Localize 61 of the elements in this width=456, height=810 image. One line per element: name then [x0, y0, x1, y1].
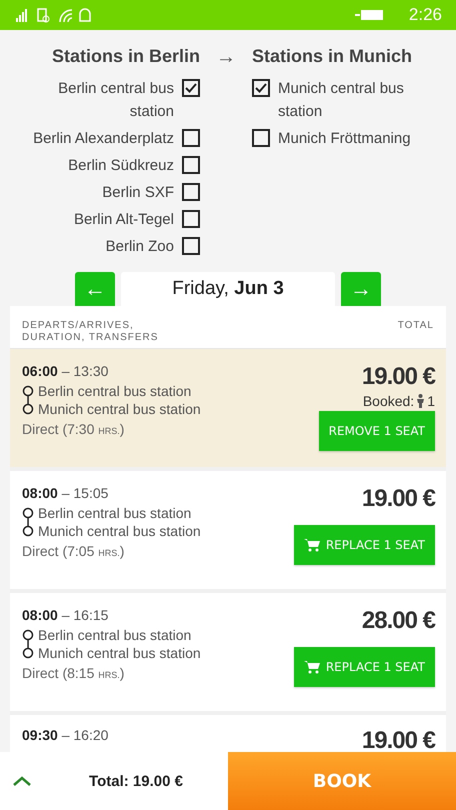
- booked-label: Booked:: [362, 393, 414, 409]
- station-label: Berlin SXF: [102, 183, 174, 203]
- previous-day-button[interactable]: ←: [75, 272, 115, 306]
- stop-name: Munich central bus station: [38, 645, 201, 661]
- replace-seat-button[interactable]: REPLACE 1 SEAT: [294, 525, 435, 565]
- checkbox[interactable]: [182, 79, 200, 97]
- station-label: Munich Fröttmaning: [278, 129, 411, 149]
- booked-count: 1: [427, 393, 435, 409]
- date-label: Friday, Jun 3: [172, 278, 284, 300]
- trip-times: 09:30 – 16:20: [22, 727, 108, 743]
- arrow-text: →: [215, 46, 237, 70]
- stop-name: Berlin central bus station: [38, 627, 192, 643]
- stop-name: Berlin central bus station: [38, 505, 192, 521]
- checkbox[interactable]: [252, 129, 270, 147]
- book-button[interactable]: BOOK: [228, 752, 456, 810]
- stop-icon: [22, 525, 34, 537]
- person-icon: [416, 394, 426, 408]
- status-time: 2:26: [408, 5, 442, 25]
- checkbox[interactable]: [182, 129, 200, 147]
- stop-icon: [22, 629, 34, 641]
- column-header: TOTAL: [398, 320, 434, 333]
- stop-icon: [22, 385, 34, 397]
- column-title: Stations in Berlin: [50, 46, 200, 68]
- station-label: Berlin Zoo: [106, 237, 174, 257]
- replace-seat-button[interactable]: REPLACE 1 SEAT: [294, 647, 435, 687]
- stop-icon: [22, 507, 34, 519]
- total-label: Total: 19.00 €: [88, 772, 184, 790]
- trip-times: 08:00 – 15:05: [22, 485, 110, 501]
- stop-icon: [22, 647, 34, 659]
- checkbox[interactable]: [182, 156, 200, 174]
- station-label: Berlin Alexanderplatz: [33, 129, 174, 149]
- checkbox[interactable]: [182, 237, 200, 255]
- trip-duration: Direct (7:05 HRS.): [22, 543, 126, 559]
- battery-icon: [354, 8, 385, 22]
- checkbox[interactable]: [252, 79, 270, 97]
- trip-duration: Direct (7:30 HRS.): [22, 421, 126, 437]
- stop-name: Berlin central bus station: [38, 383, 192, 399]
- column-header: DEPARTS/ARRIVES, DURATION, TRANSFERS: [22, 320, 160, 344]
- trip-price: 19.00 €: [362, 727, 435, 752]
- column-title: Stations in Munich: [252, 46, 413, 68]
- trip-price: 28.00 €: [362, 607, 435, 635]
- station-label: Berlin Südkreuz: [68, 156, 174, 176]
- trip-price: 19.00 €: [362, 485, 435, 513]
- checkbox[interactable]: [182, 210, 200, 228]
- stop-icon: [22, 403, 34, 415]
- trip-times: 08:00 – 16:15: [22, 607, 110, 623]
- station-label: Berlin Alt-Tegel: [74, 210, 174, 230]
- remove-seat-button[interactable]: REMOVE 1 SEAT: [318, 411, 435, 451]
- trip-price: 19.00 €: [362, 363, 435, 391]
- trip-row[interactable]: 06:00 – 13:30 Berlin central bus station Munich central bus station Direct (7:30 HRS.) 19.00 € Booked: 1 REMOVE 1 SEAT: [10, 349, 446, 471]
- station-label: Berlin central bus station: [57, 79, 174, 122]
- checkbox[interactable]: [182, 183, 200, 201]
- next-day-button[interactable]: →: [341, 272, 381, 306]
- station-label: Munich central bus station: [278, 79, 405, 122]
- cart-icon: [304, 660, 320, 674]
- trip-times: 06:00 – 13:30: [22, 363, 110, 379]
- trip-duration: Direct (8:15 HRS.): [22, 665, 126, 681]
- stop-name: Munich central bus station: [38, 401, 201, 417]
- stop-name: Munich central bus station: [38, 523, 201, 539]
- cart-icon: [304, 538, 320, 552]
- chevron-up-icon: [13, 776, 31, 786]
